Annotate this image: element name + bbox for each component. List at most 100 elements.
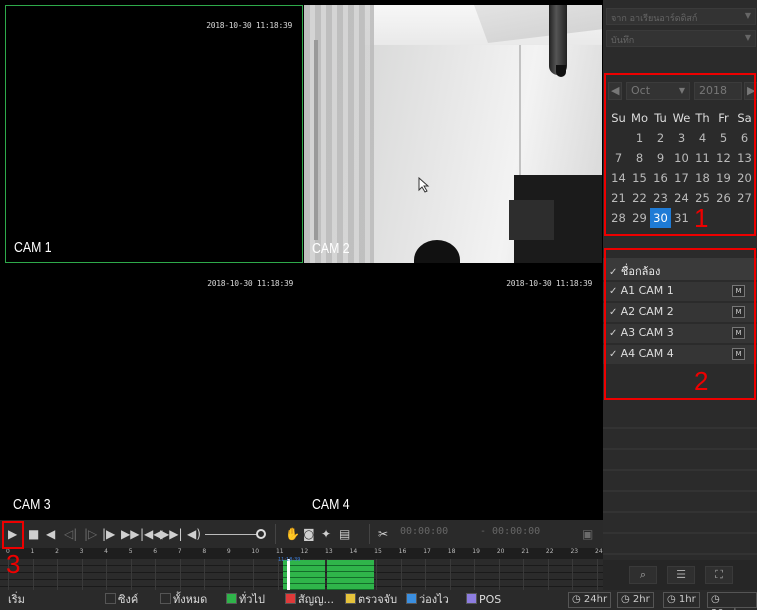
hour-label: 11	[275, 548, 284, 555]
hour-gridline	[253, 559, 255, 590]
camera-pane-3[interactable]: 2018-10-30 11:18:39 CAM 3	[5, 264, 303, 519]
record-type-select[interactable]: บันทึก ▼	[606, 30, 756, 47]
mouse-cursor-icon	[418, 177, 430, 193]
scissors-icon[interactable]: ✂	[378, 526, 388, 542]
hour-label: 16	[398, 548, 407, 555]
hour-label: 19	[472, 548, 480, 555]
hour-label: 5	[128, 548, 133, 555]
clock-icon: ◷	[572, 594, 581, 605]
slow-button[interactable]: |▶	[102, 526, 115, 542]
volume-slider-track[interactable]	[205, 534, 260, 535]
backup-icon[interactable]: ▤	[339, 526, 350, 542]
prev-frame-button[interactable]: ◁|	[64, 526, 77, 542]
source-select-value: จาก อาเรียนอาร์ดดิสก์	[611, 14, 698, 24]
detect-checkbox[interactable]: ตรวจจับ	[345, 593, 397, 607]
hour-label: 24	[595, 548, 603, 555]
clip-start-time[interactable]: 00:00:00	[400, 526, 448, 542]
record-type-legend: เริ่ม ซิงค์ ทั้งหมด ทั่วไป สัญญ... ตรวจจ…	[0, 590, 757, 610]
hour-gridline	[179, 559, 181, 590]
clock-icon: ◷	[711, 594, 720, 605]
pos-label: POS	[479, 593, 502, 606]
annotation-number: 1	[694, 203, 709, 233]
hour-gridline	[425, 559, 427, 590]
range-24hr-button[interactable]: ◷ 24hr	[568, 592, 612, 608]
smart-search-icon[interactable]: ✋	[285, 526, 300, 542]
hour-label: 15	[374, 548, 382, 555]
hour-label: 1	[30, 548, 35, 555]
hour-label: 14	[349, 548, 358, 555]
camera-label: CAM 2	[312, 240, 350, 257]
scene-monitor-base	[509, 200, 554, 240]
list-icon[interactable]: ☰	[667, 566, 695, 584]
hour-gridline	[130, 559, 132, 590]
timeline-playhead[interactable]	[287, 559, 290, 590]
next-frame-button[interactable]: |▷	[84, 526, 97, 542]
hour-gridline	[277, 559, 279, 590]
motion-label: ว่องไว	[419, 593, 449, 606]
hour-label: 3	[79, 548, 84, 555]
hour-label: 8	[202, 548, 207, 555]
hour-gridline	[449, 559, 451, 590]
checkbox-icon	[345, 593, 356, 604]
divider	[369, 524, 370, 544]
general-checkbox[interactable]: ทั่วไป	[226, 593, 265, 607]
general-label: ทั่วไป	[239, 593, 265, 606]
camera-pane-1[interactable]: 2018-10-30 11:18:39 CAM 1	[5, 5, 303, 263]
start-label: เริ่ม	[8, 593, 25, 606]
reverse-play-button[interactable]: ◀	[46, 526, 55, 542]
camera-label: CAM 4	[312, 496, 350, 513]
alarm-label: สัญญ...	[298, 593, 334, 606]
volume-slider-knob[interactable]	[256, 529, 266, 539]
hour-gridline	[498, 559, 500, 590]
checkbox-icon	[105, 593, 116, 604]
all-checkbox[interactable]: ทั้งหมด	[160, 593, 207, 607]
range-label: 2hr	[632, 594, 650, 605]
fullscreen-icon[interactable]: ⛶	[705, 566, 733, 584]
checkbox-icon	[466, 593, 477, 604]
range-1hr-button[interactable]: ◷ 1hr	[663, 592, 700, 608]
annotation-number: 2	[694, 366, 709, 396]
range-30min-button[interactable]: ◷ 30min	[707, 592, 757, 610]
sync-checkbox[interactable]: ซิงค์	[105, 593, 138, 607]
hour-gridline	[474, 559, 476, 590]
source-select[interactable]: จาก อาเรียนอาร์ดดิสก์ ▼	[606, 8, 756, 25]
camera-pane-4[interactable]: 2018-10-30 11:18:39 CAM 4	[304, 264, 602, 519]
hour-label: 9	[226, 548, 231, 555]
stop-button[interactable]: ■	[28, 526, 39, 542]
chevron-down-icon: ▼	[744, 33, 751, 42]
timestamp: 2018-10-30 11:18:39	[207, 279, 293, 288]
clip-end-time[interactable]: - 00:00:00	[480, 526, 540, 542]
search-icon[interactable]: ⌕	[629, 566, 657, 584]
volume-icon[interactable]: ◀)	[187, 526, 201, 542]
camera-snapshot-icon[interactable]: ◙	[303, 526, 315, 542]
camera-label: CAM 1	[14, 239, 52, 256]
sync-label: ซิงค์	[118, 593, 139, 606]
hour-gridline	[400, 559, 402, 590]
hour-gridline	[57, 559, 59, 590]
scene-pole	[314, 40, 318, 240]
side-toolbar: ⌕ ☰ ⛶	[603, 560, 757, 590]
hour-gridline	[81, 559, 83, 590]
hour-label: 18	[447, 548, 456, 555]
hour-label: 12	[300, 548, 309, 555]
save-icon[interactable]: ▣	[582, 526, 593, 542]
pin-icon[interactable]: ✦	[321, 526, 331, 542]
alarm-checkbox[interactable]: สัญญ...	[285, 593, 334, 607]
hour-label: 10	[251, 548, 260, 555]
clock-icon: ◷	[621, 594, 630, 605]
hour-label: 6	[153, 548, 158, 555]
timeline[interactable]: 0 1 2 3 4 5 6 7 8 9 10 11 12 13 14 15 16 17 18 19 20 21 22 23 24…	[0, 548, 603, 590]
checkbox-icon	[226, 593, 237, 604]
fast-forward-button[interactable]: ▶▶	[121, 526, 139, 542]
camera-pane-2[interactable]: CAM 2	[304, 5, 602, 263]
range-label: 1hr	[678, 594, 696, 605]
pos-checkbox[interactable]: POS	[466, 593, 501, 607]
motion-checkbox[interactable]: ว่องไว	[406, 593, 449, 607]
range-2hr-button[interactable]: ◷ 2hr	[617, 592, 654, 608]
hour-gridline	[204, 559, 206, 590]
hour-gridline	[155, 559, 157, 590]
next-record-button[interactable]: ▶▶|	[160, 526, 183, 542]
all-label: ทั้งหมด	[173, 593, 208, 606]
clock-icon: ◷	[667, 594, 676, 605]
hour-label: 13	[325, 548, 333, 555]
